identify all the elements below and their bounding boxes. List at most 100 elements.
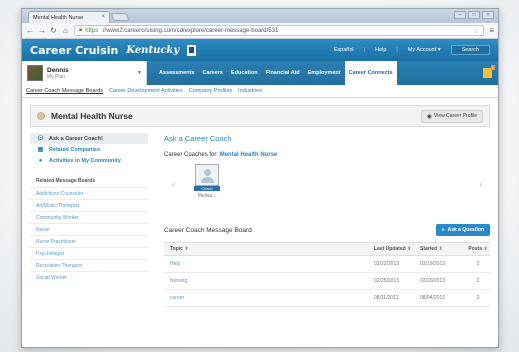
nav-financial-aid[interactable]: Financial Aid xyxy=(262,61,304,85)
subnav-development-activities[interactable]: Career Development Activities xyxy=(109,88,183,94)
new-tab-button[interactable] xyxy=(110,13,130,21)
state-logo: Kentucky xyxy=(126,44,180,56)
sort-icon: ⬍ xyxy=(438,246,443,252)
started: 08/04/2012 xyxy=(420,295,446,301)
related-board-link[interactable]: Recreation Therapist xyxy=(30,259,148,271)
lock-icon: 🔒︎ xyxy=(79,27,83,33)
close-window-icon[interactable]: × xyxy=(482,11,494,19)
site-header: Career Cruisin Kentucky Español | Help |… xyxy=(22,39,498,61)
url-input[interactable]: 🔒︎ https://www2.careercruising.com/cd/ex… xyxy=(74,25,485,36)
coaches-for-label: Career Coaches for: xyxy=(164,152,219,158)
started: 02/20/2013 xyxy=(420,278,446,284)
link-help[interactable]: Help xyxy=(375,47,386,53)
building-icon: ▦ xyxy=(37,147,44,153)
link-espanol[interactable]: Español xyxy=(334,47,354,53)
sidebar-item-ask-coach[interactable]: 💬︎ Ask a Career Coach! xyxy=(30,133,148,144)
nav-employment[interactable]: Employment xyxy=(304,61,345,85)
related-boards-heading: Related Message Boards xyxy=(36,178,96,184)
home-icon[interactable]: ⌂ xyxy=(62,26,69,35)
maximize-icon[interactable]: □ xyxy=(468,11,480,19)
forward-icon[interactable]: → xyxy=(38,26,46,35)
coaches-for: Career Coaches for: Mental Health Nurse xyxy=(164,152,490,158)
avatar xyxy=(27,65,43,81)
address-bar: ← → ↻ ⌂ 🔒︎ https://www2.careercruising.c… xyxy=(22,23,498,39)
tab-bar: Mental Health Nurse × – □ × xyxy=(22,9,498,23)
col-last-updated[interactable]: Last Updated ⬍ xyxy=(374,246,420,252)
view-profile-label: View Career Profile xyxy=(434,113,477,119)
link-my-account[interactable]: My Account ▾ xyxy=(408,47,441,53)
ask-question-button[interactable]: ● Ask a Question xyxy=(435,224,490,236)
back-icon[interactable]: ← xyxy=(26,26,34,35)
browser-tab[interactable]: Mental Health Nurse × xyxy=(28,11,110,23)
topic-link[interactable]: Nursing xyxy=(164,278,374,284)
col-topic[interactable]: Topic ⬍ xyxy=(164,246,374,252)
sidebar-item-label: Activities in My Community xyxy=(49,157,121,164)
board-header: Career Coach Message Board ● Ask a Quest… xyxy=(164,224,490,236)
nav-assessments[interactable]: Assessments xyxy=(155,61,198,85)
chevron-left-icon[interactable]: ‹ xyxy=(172,180,175,189)
related-board-link[interactable]: Nurse xyxy=(30,223,148,235)
page-title-bar: Mental Health Nurse ◉ View Career Profil… xyxy=(30,105,490,127)
nav-education[interactable]: Education xyxy=(227,61,262,85)
reload-icon[interactable]: ↻ xyxy=(50,26,57,35)
user-name: Dennis xyxy=(47,66,69,74)
search-button[interactable]: Search xyxy=(450,45,490,55)
nav-career-connects[interactable]: Career Connects xyxy=(344,61,397,85)
content: 💬︎ Ask a Career Coach! ▦ Related Compani… xyxy=(30,133,490,307)
view-career-profile-button[interactable]: ◉ View Career Profile xyxy=(420,109,483,123)
topic-link[interactable]: Help xyxy=(164,261,374,267)
started: 03/19/2013 xyxy=(420,261,446,267)
user-menu[interactable]: Dennis My Plan ▼ xyxy=(22,61,147,85)
col-started[interactable]: Started ⬍ xyxy=(420,246,466,252)
main-panel: Ask a Career Coach Career Coaches for: M… xyxy=(148,133,490,307)
bookmark-star-icon[interactable]: ☆ xyxy=(473,27,479,35)
site-logo[interactable]: Career Cruisin xyxy=(30,44,118,57)
top-links: Español | Help | My Account ▾ Search xyxy=(334,45,490,55)
chevron-right-icon[interactable]: › xyxy=(479,180,482,189)
coach-tag: Coach xyxy=(194,186,220,191)
related-board-link[interactable]: Art/Music Therapist xyxy=(30,199,148,211)
subnav-company-profiles[interactable]: Company Profiles xyxy=(189,88,232,94)
user-nav: Dennis My Plan ▼ Assessments Careers Edu… xyxy=(22,61,498,85)
browser-window: Mental Health Nurse × – □ × ← → ↻ ⌂ 🔒︎ h… xyxy=(21,8,499,348)
message-board-table: Topic ⬍ Last Updated ⬍ Started ⬍ Posts ⬍… xyxy=(164,242,490,307)
col-posts[interactable]: Posts ⬍ xyxy=(466,246,490,252)
related-board-link[interactable]: Social Worker xyxy=(30,271,148,283)
url-text: ://www2.careercruising.com/cd/explore/ca… xyxy=(101,27,279,34)
sidebar-item-activities[interactable]: ● Activities in My Community xyxy=(30,155,148,166)
coach-avatar xyxy=(195,164,219,186)
sort-icon: ⬍ xyxy=(483,246,488,252)
sidebar-item-label: Ask a Career Coach! xyxy=(49,135,103,142)
close-tab-icon[interactable]: × xyxy=(101,14,105,20)
bookmark-count: 1 xyxy=(490,65,495,70)
sort-icon: ⬍ xyxy=(407,246,412,252)
page-title: Mental Health Nurse xyxy=(51,111,133,121)
flag-icon xyxy=(187,44,197,56)
sidebar-item-label: Related Companies xyxy=(49,146,101,153)
bookmark-icon[interactable]: 1 xyxy=(483,65,495,78)
related-board-link[interactable]: Community Worker xyxy=(30,211,148,223)
sidebar-item-related-companies[interactable]: ▦ Related Companies xyxy=(30,144,148,155)
table-row: Nursing 02/25/2013 02/20/2013 2 xyxy=(164,273,490,290)
coach-carousel: ‹ Coach Melisa... › xyxy=(164,164,490,224)
related-board-link[interactable]: Addictions Counselor xyxy=(30,187,148,199)
subnav-message-boards[interactable]: Career Coach Message Boards xyxy=(26,88,103,94)
main-nav: Assessments Careers Education Financial … xyxy=(155,61,397,85)
topic-link[interactable]: career xyxy=(164,295,374,301)
nav-careers[interactable]: Careers xyxy=(198,61,227,85)
window-controls: – □ × xyxy=(454,11,494,19)
eye-icon: ◉ xyxy=(426,113,433,120)
coach-card[interactable]: Coach Melisa... xyxy=(194,164,220,199)
posts: 2 xyxy=(476,295,480,301)
related-board-link[interactable]: Psychologist xyxy=(30,247,148,259)
last-updated: 03/22/2013 xyxy=(374,261,400,267)
career-icon xyxy=(37,112,45,120)
sub-nav: Career Coach Message Boards Career Devel… xyxy=(22,85,498,98)
last-updated: 02/25/2013 xyxy=(374,278,400,284)
browser-menu-icon[interactable]: ≡ xyxy=(489,26,494,35)
coaches-for-career-link[interactable]: Mental Health Nurse xyxy=(220,152,278,158)
chat-icon: ● xyxy=(441,227,445,233)
subnav-industries[interactable]: Industries xyxy=(238,88,262,94)
related-board-link[interactable]: Nurse Practitioner xyxy=(30,235,148,247)
minimize-icon[interactable]: – xyxy=(454,11,466,19)
